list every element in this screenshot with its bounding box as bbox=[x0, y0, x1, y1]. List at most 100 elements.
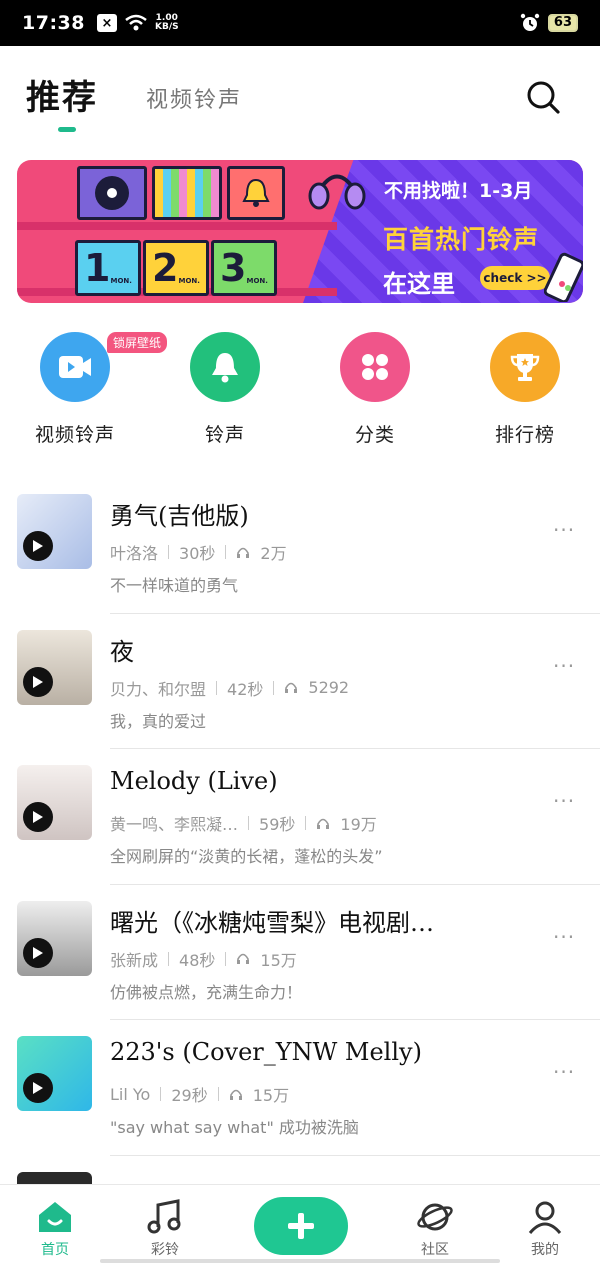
song-cover bbox=[17, 765, 92, 840]
search-icon[interactable] bbox=[524, 78, 562, 116]
song-title: 223's (Cover_YNW Melly) bbox=[110, 1038, 422, 1066]
song-list: 勇气(吉他版) 叶洛洛 30秒 2万 不一样味道的勇气 ··· 夜 贝力、和尔盟… bbox=[0, 478, 600, 1247]
category-row: 视频铃声 锁屏壁纸 铃声 分类 排行榜 bbox=[0, 332, 600, 452]
list-item[interactable]: 曙光（《冰糖炖雪梨》电视剧… 张新成 48秒 15万 仿佛被点燃，充满生命力！ … bbox=[0, 885, 600, 1020]
play-icon[interactable] bbox=[23, 531, 53, 561]
song-meta: Lil Yo 29秒 15万 bbox=[110, 1082, 289, 1106]
song-title: Melody (Live) bbox=[110, 767, 278, 795]
song-artist: Lil Yo bbox=[110, 1084, 151, 1104]
status-bar: 17:38 × 1.00 KB/S 63 bbox=[0, 0, 600, 46]
song-description: 仿佛被点燃，充满生命力！ bbox=[110, 982, 303, 1002]
list-item[interactable]: 勇气(吉他版) 叶洛洛 30秒 2万 不一样味道的勇气 ··· bbox=[0, 478, 600, 614]
nav-home-label: 首页 bbox=[41, 1242, 69, 1258]
promo-banner[interactable]: 1 MON. 2 MON. 3 MON. 不用找啦！1-3月 百首热门铃声 在这里 c… bbox=[17, 160, 583, 303]
song-description: "say what say what" 成功被洗脑 bbox=[110, 1118, 359, 1137]
category-classify[interactable]: 分类 bbox=[315, 332, 435, 447]
home-indicator bbox=[100, 1259, 500, 1263]
more-options-icon[interactable]: ··· bbox=[553, 925, 575, 949]
tab-indicator bbox=[58, 127, 76, 132]
song-plays: 19万 bbox=[340, 815, 377, 834]
nav-community[interactable]: 社区 bbox=[395, 1199, 475, 1259]
status-time: 17:38 bbox=[22, 12, 85, 34]
grid-icon bbox=[340, 332, 410, 402]
song-plays: 15万 bbox=[260, 950, 297, 970]
month-box-1: 1 MON. bbox=[75, 240, 141, 296]
alarm-icon bbox=[520, 13, 540, 31]
song-cover bbox=[17, 629, 92, 705]
month-box-2: 2 MON. bbox=[143, 240, 209, 296]
song-artist: 贝力、和尔盟 bbox=[110, 679, 207, 699]
month-box-3: 3 MON. bbox=[211, 240, 277, 296]
music-note-icon bbox=[147, 1199, 181, 1234]
song-title: 夜 bbox=[110, 637, 134, 666]
category-ranking[interactable]: 排行榜 bbox=[465, 332, 585, 447]
user-icon bbox=[528, 1201, 562, 1234]
headphones-icon bbox=[237, 547, 250, 558]
battery-indicator: 63 bbox=[547, 14, 578, 32]
tab-recommend[interactable]: 推荐 bbox=[26, 70, 98, 119]
banner-line3: 在这里 bbox=[383, 270, 455, 298]
headphones-icon bbox=[229, 1089, 242, 1100]
song-duration: 59秒 bbox=[259, 815, 296, 834]
song-title: 曙光（《冰糖炖雪梨》电视剧… bbox=[110, 908, 434, 937]
song-duration: 48秒 bbox=[179, 950, 216, 970]
category-label: 分类 bbox=[354, 424, 395, 446]
notification-icon: × bbox=[96, 14, 117, 32]
nav-ringtone[interactable]: 彩铃 bbox=[125, 1199, 205, 1259]
play-icon[interactable] bbox=[23, 666, 53, 697]
vinyl-icon bbox=[95, 176, 129, 210]
bell-icon bbox=[190, 332, 260, 402]
song-duration: 42秒 bbox=[227, 679, 264, 699]
more-options-icon[interactable]: ··· bbox=[553, 518, 575, 542]
song-plays: 2万 bbox=[260, 544, 287, 563]
tab-video-ringtone[interactable]: 视频铃声 bbox=[146, 82, 242, 114]
song-cover bbox=[17, 900, 92, 976]
play-icon[interactable] bbox=[23, 802, 53, 832]
play-icon[interactable] bbox=[23, 937, 53, 968]
more-options-icon[interactable]: ··· bbox=[553, 789, 575, 813]
song-cover bbox=[17, 1036, 92, 1111]
category-ringtone[interactable]: 铃声 bbox=[165, 332, 285, 447]
banner-line1: 不用找啦！1-3月 bbox=[384, 180, 533, 202]
song-duration: 29秒 bbox=[171, 1086, 208, 1105]
song-plays: 15万 bbox=[252, 1086, 290, 1105]
bell-box bbox=[227, 166, 285, 220]
list-item[interactable]: 223's (Cover_YNW Melly) Lil Yo 29秒 15万 "… bbox=[0, 1020, 600, 1156]
banner-line2: 百首热门铃声 bbox=[383, 225, 540, 254]
song-description: 不一样味道的勇气 bbox=[110, 576, 239, 595]
song-duration: 30秒 bbox=[179, 544, 216, 563]
planet-icon bbox=[417, 1203, 453, 1231]
song-meta: 叶洛洛 30秒 2万 bbox=[110, 540, 287, 564]
song-plays: 5292 bbox=[308, 678, 350, 697]
category-video-ringtone[interactable]: 视频铃声 锁屏壁纸 bbox=[15, 332, 168, 447]
song-artist: 张新成 bbox=[110, 950, 159, 970]
headphones-icon bbox=[237, 953, 250, 964]
list-item[interactable]: 夜 贝力、和尔盟 42秒 5292 我，真的爱过 ··· bbox=[0, 614, 600, 749]
nav-home[interactable]: 首页 bbox=[15, 1199, 95, 1259]
bell-icon bbox=[242, 178, 270, 207]
headphones-icon bbox=[285, 682, 298, 693]
more-options-icon[interactable]: ··· bbox=[553, 1060, 575, 1084]
category-label: 排行榜 bbox=[494, 424, 555, 446]
more-options-icon[interactable]: ··· bbox=[553, 654, 575, 678]
song-artist: 叶洛洛 bbox=[110, 544, 159, 563]
headphones-icon bbox=[308, 174, 366, 210]
trophy-icon bbox=[490, 332, 560, 402]
song-meta: 张新成 48秒 15万 bbox=[110, 947, 297, 971]
nav-community-label: 社区 bbox=[421, 1242, 449, 1258]
banner-check-button[interactable]: check >> bbox=[480, 266, 550, 290]
video-icon bbox=[40, 332, 110, 402]
plus-icon bbox=[288, 1213, 314, 1239]
network-speed: 1.00 KB/S bbox=[154, 13, 179, 32]
banner-shelf bbox=[17, 222, 337, 230]
nav-ringtone-label: 彩铃 bbox=[151, 1242, 179, 1258]
phone-illustration-icon bbox=[544, 252, 583, 302]
category-label: 铃声 bbox=[204, 424, 245, 446]
nav-mine[interactable]: 我的 bbox=[505, 1199, 585, 1259]
add-button[interactable] bbox=[254, 1197, 348, 1255]
play-icon[interactable] bbox=[23, 1073, 53, 1103]
list-item[interactable]: Melody (Live) 黄一鸣、李熙凝… 59秒 19万 全网刷屏的“淡黄的… bbox=[0, 749, 600, 885]
song-artist: 黄一鸣、李熙凝… bbox=[110, 815, 239, 834]
bottom-nav: 首页 彩铃 社区 我的 bbox=[0, 1184, 600, 1267]
song-meta: 贝力、和尔盟 42秒 5292 bbox=[110, 676, 349, 700]
